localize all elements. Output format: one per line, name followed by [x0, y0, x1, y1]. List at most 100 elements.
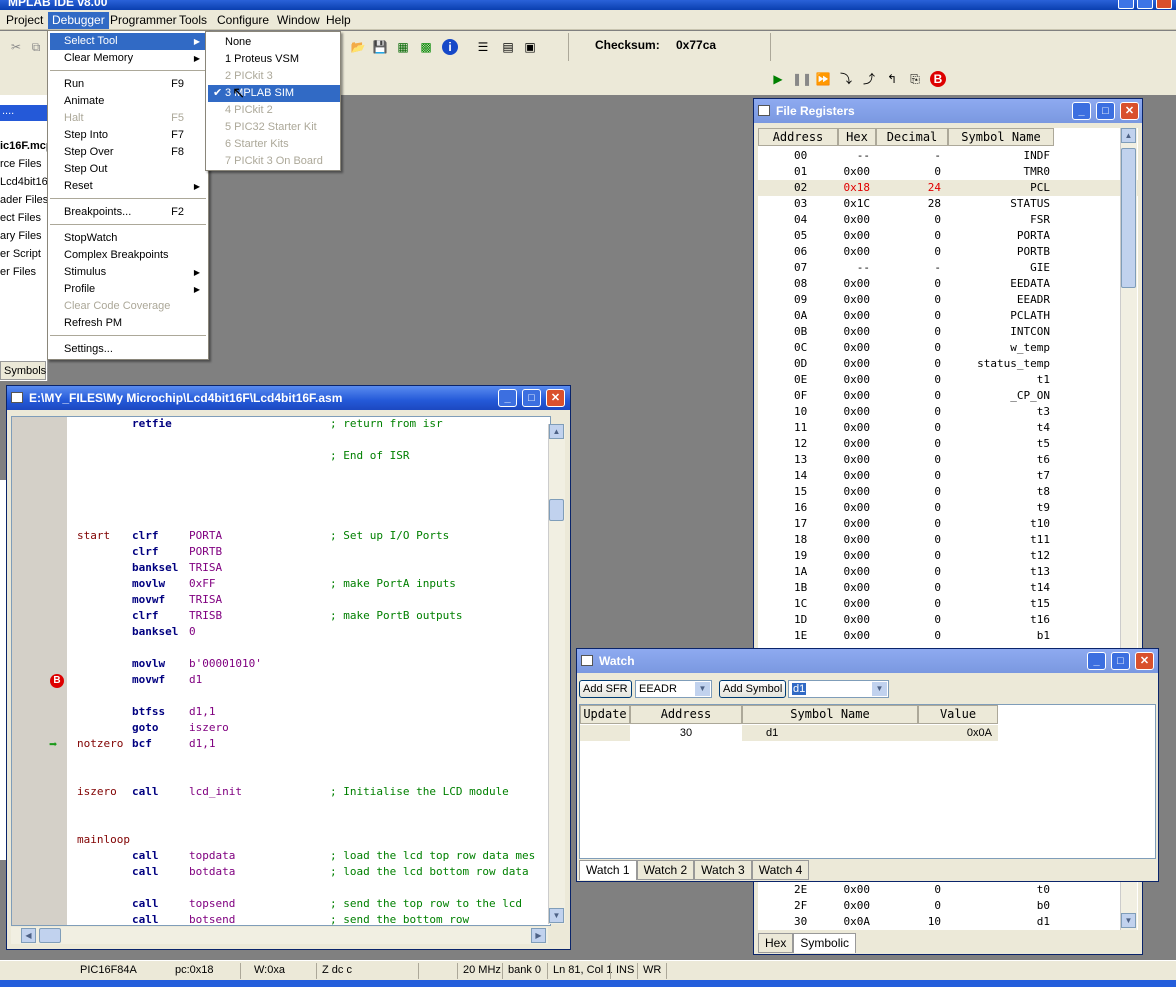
- chevron-down-icon[interactable]: ▼: [695, 682, 710, 696]
- scroll-left-icon[interactable]: ◀: [21, 928, 36, 943]
- register-row[interactable]: 2F 0x00 0 b0: [758, 898, 1138, 914]
- menu-debugger[interactable]: Debugger: [48, 12, 109, 29]
- minimize-button[interactable]: _: [1087, 652, 1106, 670]
- add-symbol-button[interactable]: Add Symbol: [719, 680, 787, 698]
- menu-item-settings[interactable]: Settings...: [50, 341, 206, 358]
- column-header-update[interactable]: Update: [580, 705, 630, 724]
- submenu-item-none[interactable]: None: [208, 34, 340, 51]
- column-header-value[interactable]: Value: [918, 705, 998, 724]
- register-row[interactable]: 0C 0x00 0 w_temp: [758, 340, 1138, 356]
- make-icon[interactable]: ▩: [418, 39, 434, 55]
- project-file[interactable]: ic16F.mcp: [0, 140, 53, 152]
- breakpoint-icon[interactable]: B: [50, 674, 64, 688]
- tab-symbolic[interactable]: Symbolic: [793, 933, 857, 953]
- register-row[interactable]: 0B 0x00 0 INTCON: [758, 324, 1138, 340]
- editor-vscrollbar[interactable]: ▲ ▼: [548, 424, 565, 924]
- register-row[interactable]: 08 0x00 0 EEDATA: [758, 276, 1138, 292]
- project-tree-item[interactable]: er Files: [0, 266, 36, 278]
- maximize-button[interactable]: □: [1111, 652, 1130, 670]
- minimize-app-button[interactable]: [1118, 0, 1134, 9]
- cut-icon[interactable]: ✂: [8, 39, 24, 55]
- close-app-button[interactable]: [1156, 0, 1172, 9]
- register-row[interactable]: 0D 0x00 0 status_temp: [758, 356, 1138, 372]
- register-row[interactable]: 06 0x00 0 PORTB: [758, 244, 1138, 260]
- tab-watch-2[interactable]: Watch 2: [636, 860, 695, 880]
- watch-titlebar[interactable]: Watch _ □ ✕: [577, 649, 1158, 673]
- register-row[interactable]: 2E 0x00 0 t0: [758, 882, 1138, 898]
- project-tree-item[interactable]: Lcd4bit16: [0, 176, 48, 188]
- project-tree-item[interactable]: ader Files: [0, 194, 48, 206]
- register-row[interactable]: 0E 0x00 0 t1: [758, 372, 1138, 388]
- column-header-decimal[interactable]: Decimal: [876, 128, 948, 146]
- column-header-address[interactable]: Address: [758, 128, 838, 146]
- file-registers-titlebar[interactable]: File Registers _ □ ✕: [754, 99, 1142, 123]
- tab-watch-4[interactable]: Watch 4: [751, 860, 810, 880]
- breakpoint-icon[interactable]: B: [930, 71, 946, 87]
- tab-watch-1[interactable]: Watch 1: [579, 860, 637, 880]
- register-row[interactable]: 14 0x00 0 t7: [758, 468, 1138, 484]
- menu-item-refresh-pm[interactable]: Refresh PM: [50, 315, 206, 332]
- project-tree-item[interactable]: er Script: [0, 248, 41, 260]
- register-row[interactable]: 1C 0x00 0 t15: [758, 596, 1138, 612]
- menu-item-step-into[interactable]: Step Into F7: [50, 127, 206, 144]
- watch-row[interactable]: 30 d1 0x0A: [580, 725, 998, 741]
- tab-watch-3[interactable]: Watch 3: [694, 860, 752, 880]
- close-button[interactable]: ✕: [1135, 652, 1154, 670]
- menu-configure[interactable]: Configure: [213, 12, 273, 29]
- register-row[interactable]: 13 0x00 0 t6: [758, 452, 1138, 468]
- register-row[interactable]: 19 0x00 0 t12: [758, 548, 1138, 564]
- menu-item-reset[interactable]: Reset ▶: [50, 178, 206, 195]
- reset-icon[interactable]: ⎘: [907, 71, 923, 87]
- add-sfr-button[interactable]: Add SFR: [579, 680, 632, 698]
- menu-item-stimulus[interactable]: Stimulus ▶: [50, 264, 206, 281]
- step-into-icon[interactable]: ⤵: [838, 71, 854, 87]
- chevron-down-icon[interactable]: ▼: [872, 682, 887, 696]
- menu-item-animate[interactable]: Animate: [50, 93, 206, 110]
- register-row[interactable]: 1E 0x00 0 b1: [758, 628, 1138, 644]
- open-icon[interactable]: 📂: [350, 39, 366, 55]
- register-row[interactable]: 03 0x1C 28 STATUS: [758, 196, 1138, 212]
- menu-help[interactable]: Help: [322, 12, 355, 29]
- register-row[interactable]: 30 0x0A 10 d1: [758, 914, 1138, 930]
- scroll-down-icon[interactable]: ▼: [1121, 913, 1136, 928]
- menu-programmer[interactable]: Programmer: [106, 12, 181, 29]
- step-out-icon[interactable]: ↰: [884, 71, 900, 87]
- column-header-symbol[interactable]: Symbol Name: [742, 705, 918, 724]
- submenu-item-1-proteus-vsm[interactable]: 1 Proteus VSM: [208, 51, 340, 68]
- register-row[interactable]: 05 0x00 0 PORTA: [758, 228, 1138, 244]
- editor-hscrollbar[interactable]: ◀ ▶: [11, 927, 548, 944]
- register-row[interactable]: 18 0x00 0 t11: [758, 532, 1138, 548]
- register-row[interactable]: 17 0x00 0 t10: [758, 516, 1138, 532]
- menu-item-stopwatch[interactable]: StopWatch: [50, 230, 206, 247]
- save-icon[interactable]: 💾: [372, 39, 388, 55]
- maximize-button[interactable]: □: [1096, 102, 1115, 120]
- project-tree-item[interactable]: rce Files: [0, 158, 42, 170]
- scroll-down-icon[interactable]: ▼: [549, 908, 564, 923]
- editor-titlebar[interactable]: E:\MY_FILES\My Microchip\Lcd4bit16F\Lcd4…: [7, 386, 570, 410]
- register-row[interactable]: 16 0x00 0 t9: [758, 500, 1138, 516]
- column-header-symbol[interactable]: Symbol Name: [948, 128, 1054, 146]
- scroll-right-icon[interactable]: ▶: [531, 928, 546, 943]
- register-row[interactable]: 00 -- - INDF: [758, 148, 1138, 164]
- register-row[interactable]: 11 0x00 0 t4: [758, 420, 1138, 436]
- grid-icon[interactable]: ▤: [500, 39, 516, 55]
- register-row[interactable]: 07 -- - GIE: [758, 260, 1138, 276]
- register-row[interactable]: 04 0x00 0 FSR: [758, 212, 1138, 228]
- layers-icon[interactable]: ☰: [475, 39, 491, 55]
- menu-item-step-out[interactable]: Step Out: [50, 161, 206, 178]
- register-row[interactable]: 01 0x00 0 TMR0: [758, 164, 1138, 180]
- scroll-thumb[interactable]: [1121, 148, 1136, 288]
- animate-icon[interactable]: ⏩: [815, 71, 831, 87]
- register-row[interactable]: 1A 0x00 0 t13: [758, 564, 1138, 580]
- minimize-button[interactable]: _: [498, 389, 517, 407]
- register-row[interactable]: 0F 0x00 0 _CP_ON: [758, 388, 1138, 404]
- info-icon[interactable]: i: [442, 39, 458, 55]
- menu-item-select-tool[interactable]: Select Tool ▶: [50, 33, 206, 50]
- scroll-up-icon[interactable]: ▲: [549, 424, 564, 439]
- menu-window[interactable]: Window: [273, 12, 324, 29]
- window-icon[interactable]: ▣: [522, 39, 538, 55]
- maximize-button[interactable]: □: [522, 389, 541, 407]
- register-row[interactable]: 1D 0x00 0 t16: [758, 612, 1138, 628]
- scroll-up-icon[interactable]: ▲: [1121, 128, 1136, 143]
- code-editor[interactable]: retfie ; return from isr ; End of ISR start…: [11, 416, 551, 926]
